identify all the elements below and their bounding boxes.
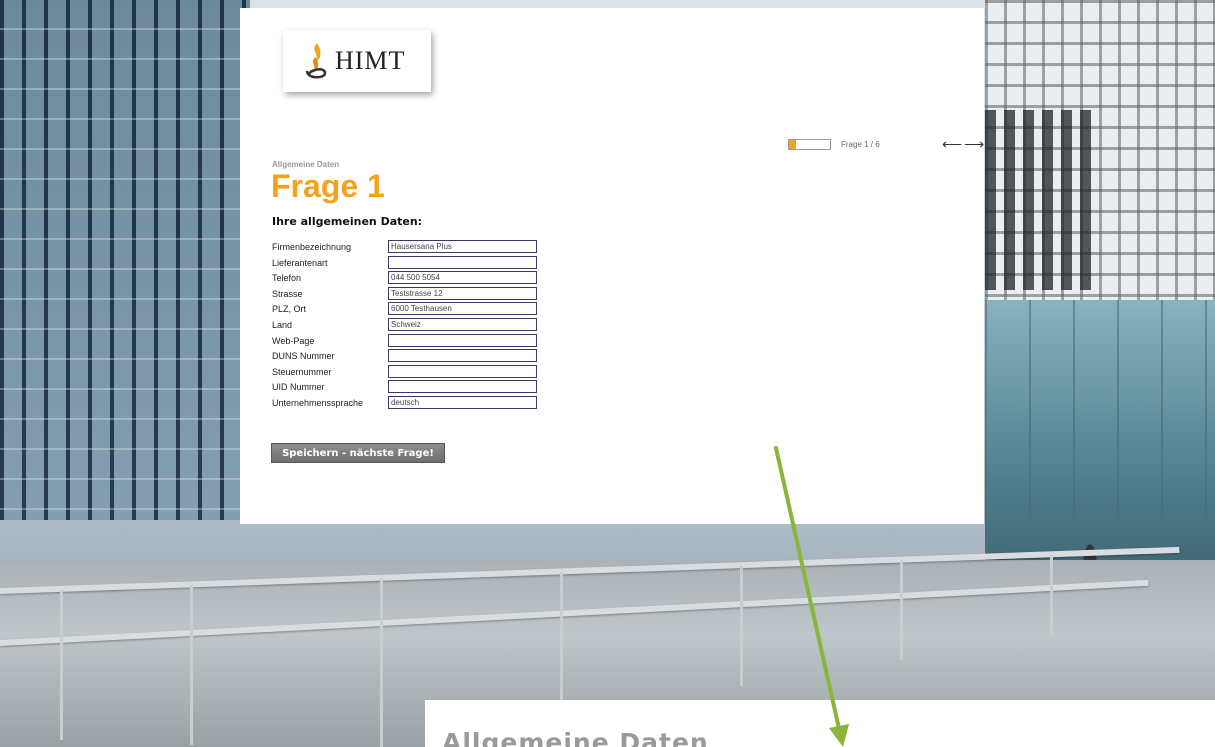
annotation-arrow-icon — [774, 446, 849, 747]
